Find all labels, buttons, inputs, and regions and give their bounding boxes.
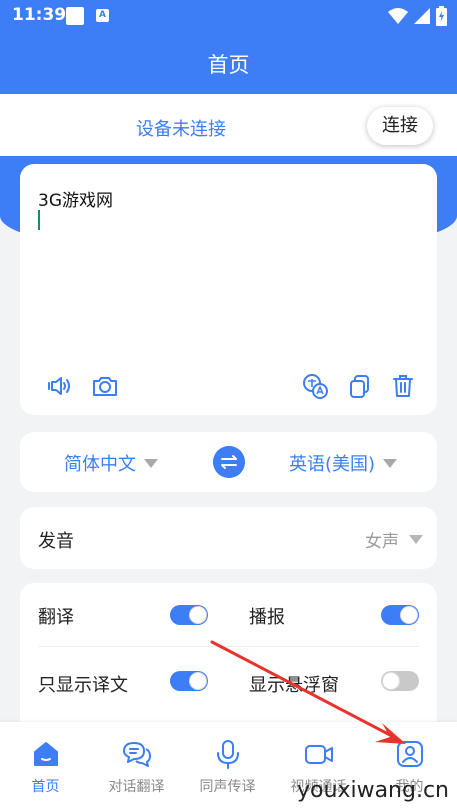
signal-icon <box>414 8 430 24</box>
battery-icon <box>436 6 447 26</box>
divider <box>38 646 419 647</box>
chat-icon <box>123 742 151 767</box>
setting-label-floating-window: 显示悬浮窗 <box>249 675 339 696</box>
page-title: 首页 <box>207 53 250 77</box>
home-icon <box>34 742 58 766</box>
app-bar: 首页 <box>0 32 457 94</box>
nav-label-dialogue: 对话翻译 <box>108 779 165 795</box>
watermark: youxiwang.cn <box>297 778 449 803</box>
target-language-select[interactable]: 英语(美国) <box>289 450 398 476</box>
setting-label-only-translation: 只显示译文 <box>38 675 128 696</box>
setting-label-translate: 翻译 <box>38 607 74 628</box>
mic-icon <box>217 740 239 769</box>
translate-icon[interactable] <box>301 372 329 400</box>
wifi-icon <box>388 8 408 24</box>
voice-label: 发音 <box>38 531 74 552</box>
speaker-icon[interactable] <box>46 372 74 400</box>
connect-button[interactable]: 连接 <box>367 107 433 145</box>
language-selector: 简体中文 英语(美国) <box>20 432 437 492</box>
status-time: 11:39 <box>12 5 67 25</box>
nav-dialogue-translation[interactable]: 对话翻译 <box>91 722 182 812</box>
chevron-down-icon <box>409 535 423 544</box>
source-language-select[interactable]: 简体中文 <box>64 450 158 476</box>
source-language-label: 简体中文 <box>64 454 136 475</box>
status-bar: 11:39 A <box>0 0 457 32</box>
toggle-translate[interactable] <box>170 605 208 625</box>
trash-icon[interactable] <box>389 372 417 400</box>
copy-icon[interactable] <box>346 372 374 400</box>
setting-label-broadcast: 播报 <box>249 607 285 628</box>
chevron-down-icon <box>383 458 398 468</box>
notification-square-icon <box>66 7 84 25</box>
text-cursor <box>38 210 40 230</box>
target-language-label: 英语(美国) <box>289 454 376 475</box>
video-icon <box>305 745 333 764</box>
swap-languages-icon[interactable] <box>213 446 245 478</box>
toggle-broadcast[interactable] <box>381 605 419 625</box>
input-card[interactable]: 3G游戏网 <box>20 164 437 415</box>
notification-app-icon: A <box>96 9 109 22</box>
chevron-down-icon <box>144 458 158 468</box>
toggle-floating-window[interactable] <box>381 671 419 691</box>
voice-select[interactable]: 女声 <box>365 527 423 552</box>
voice-row[interactable]: 发音 女声 <box>20 507 437 569</box>
toggle-only-translation[interactable] <box>170 671 208 691</box>
nav-home[interactable]: 首页 <box>0 722 91 812</box>
input-text[interactable]: 3G游戏网 <box>38 186 113 211</box>
connection-status: 设备未连接 <box>136 119 226 140</box>
nav-label-simultaneous: 同声传译 <box>199 779 256 795</box>
settings-card: 翻译 播报 只显示译文 显示悬浮窗 <box>20 583 437 743</box>
profile-icon <box>397 741 423 767</box>
nav-simultaneous-interpretation[interactable]: 同声传译 <box>182 722 273 812</box>
voice-value: 女声 <box>365 532 399 552</box>
camera-icon[interactable] <box>91 372 119 400</box>
nav-label-home: 首页 <box>31 779 60 795</box>
